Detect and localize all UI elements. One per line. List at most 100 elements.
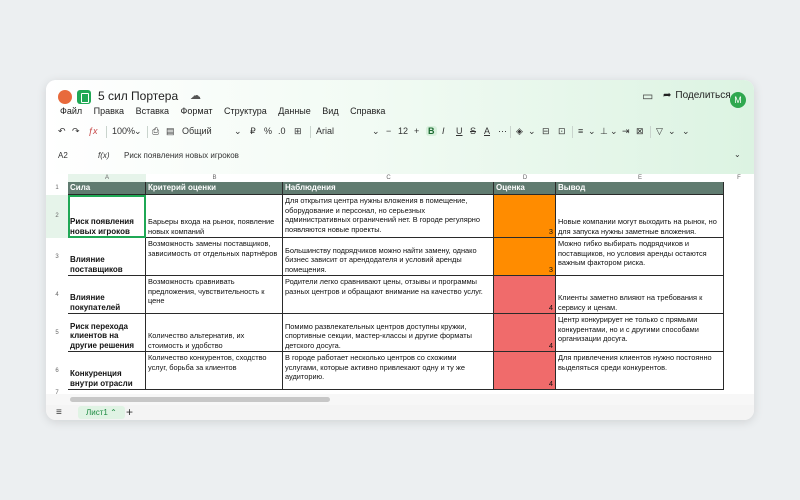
chevron-down-icon[interactable]: ⌄ bbox=[682, 126, 690, 137]
currency-icon[interactable]: ₽ bbox=[250, 126, 256, 137]
cell-conclusion[interactable]: Центр конкурирует не только с прямыми ко… bbox=[556, 314, 724, 352]
cell-criterion[interactable]: Количество конкурентов, сходство услуг, … bbox=[146, 352, 283, 390]
undo-icon[interactable]: ↶ bbox=[58, 126, 66, 137]
cell-criterion[interactable]: Возможность сравнивать предложения, чувс… bbox=[146, 276, 283, 314]
row-header-4[interactable]: 4 bbox=[46, 276, 68, 314]
paint-format-icon[interactable]: ▤ bbox=[166, 126, 175, 137]
menu-file[interactable]: Файл bbox=[60, 106, 82, 116]
cell-score[interactable]: 3 bbox=[494, 238, 556, 276]
function-icon[interactable]: f(x) bbox=[98, 151, 110, 160]
cell-conclusion[interactable]: Новые компании могут выходить на рынок, … bbox=[556, 195, 724, 238]
cell-conclusion[interactable]: Клиенты заметно влияют на требования к с… bbox=[556, 276, 724, 314]
print-icon[interactable]: ⎙ bbox=[152, 126, 159, 137]
percent-icon[interactable]: % bbox=[264, 126, 272, 136]
cell-score[interactable]: 3 bbox=[494, 195, 556, 238]
italic-button[interactable]: I bbox=[442, 126, 445, 136]
row-header-3[interactable]: 3 bbox=[46, 238, 68, 276]
menu-help[interactable]: Справка bbox=[350, 106, 385, 116]
chevron-down-icon[interactable]: ⌄ bbox=[610, 126, 618, 137]
cell-force[interactable]: Влияние покупателей bbox=[68, 276, 146, 314]
align-icon[interactable]: ≡ bbox=[578, 126, 583, 136]
share-button[interactable]: ➦ Поделиться bbox=[663, 90, 731, 101]
font-size-decrease[interactable]: − bbox=[386, 126, 391, 136]
row-header-6[interactable]: 6 bbox=[46, 352, 68, 390]
sheets-menu-icon[interactable]: ≡ bbox=[56, 407, 62, 418]
valign-icon[interactable]: ⊥ bbox=[600, 126, 608, 137]
borders-icon[interactable]: ⊞ bbox=[294, 126, 302, 137]
bold-button[interactable]: B bbox=[426, 126, 437, 136]
fill-color-icon[interactable]: ◈ bbox=[516, 126, 523, 137]
row-header-5[interactable]: 5 bbox=[46, 314, 68, 352]
cell-observation[interactable]: Для открытия центра нужны вложения в пом… bbox=[283, 195, 494, 238]
clear-format-icon[interactable]: ƒx bbox=[88, 126, 98, 136]
chevron-down-icon[interactable]: ⌄ bbox=[234, 126, 242, 137]
table-header-score[interactable]: Оценка bbox=[494, 182, 556, 195]
table-header-criterion[interactable]: Критерий оценки bbox=[146, 182, 283, 195]
chevron-down-icon[interactable]: ⌄ bbox=[372, 126, 380, 137]
row-header-1[interactable]: 1 bbox=[46, 182, 68, 195]
more-icon[interactable]: ⋯ bbox=[498, 126, 507, 137]
table-header-conclusion[interactable]: Вывод bbox=[556, 182, 724, 195]
cell-force[interactable]: Влияние поставщиков bbox=[68, 238, 146, 276]
cell-force[interactable]: Риск перехода клиентов на другие решения bbox=[68, 314, 146, 352]
zoom-select[interactable]: 100% bbox=[112, 126, 135, 136]
scrollbar-thumb[interactable] bbox=[70, 397, 330, 402]
document-title[interactable]: 5 сил Портера bbox=[98, 89, 178, 103]
font-size-value[interactable]: 12 bbox=[398, 126, 408, 136]
cell-force[interactable]: Конкуренция внутри отрасли bbox=[68, 352, 146, 390]
cell-observation[interactable]: Родители легко сравнивают цены, отзывы и… bbox=[283, 276, 494, 314]
text-color-button[interactable]: A bbox=[484, 126, 490, 136]
chevron-down-icon[interactable]: ⌄ bbox=[134, 126, 142, 137]
row-header-2[interactable]: 2 bbox=[46, 195, 68, 238]
chevron-down-icon[interactable]: ⌄ bbox=[734, 150, 741, 159]
column-header-f[interactable]: F bbox=[724, 174, 754, 182]
column-header-c[interactable]: C bbox=[283, 174, 494, 182]
cell-conclusion[interactable]: Для привлечения клиентов нужно постоянно… bbox=[556, 352, 724, 390]
chevron-down-icon[interactable]: ⌄ bbox=[668, 126, 676, 137]
decimal-icon[interactable]: .0 bbox=[278, 126, 286, 136]
strikethrough-button[interactable]: S bbox=[470, 126, 476, 136]
number-format-select[interactable]: Общий bbox=[182, 126, 212, 136]
cell-observation[interactable]: Большинству подрядчиков можно найти заме… bbox=[283, 238, 494, 276]
app-logo-icon[interactable] bbox=[58, 90, 72, 104]
formula-input[interactable]: Риск появления новых игроков bbox=[124, 151, 239, 160]
add-sheet-button[interactable]: + bbox=[126, 405, 133, 419]
wrap-icon[interactable]: ⇥ bbox=[622, 126, 630, 137]
column-header-a[interactable]: A bbox=[68, 174, 146, 182]
borders-style-icon[interactable]: ⊡ bbox=[558, 126, 566, 137]
font-select[interactable]: Arial bbox=[316, 126, 334, 136]
font-size-increase[interactable]: + bbox=[414, 126, 419, 136]
rotate-icon[interactable]: ⊠ bbox=[636, 126, 644, 137]
comment-icon[interactable]: ▭ bbox=[642, 89, 653, 103]
column-header-d[interactable]: D bbox=[494, 174, 556, 182]
cell-criterion[interactable]: Возможность замены поставщиков, зависимо… bbox=[146, 238, 283, 276]
sheets-logo-icon[interactable] bbox=[77, 90, 91, 104]
cell-score[interactable]: 4 bbox=[494, 314, 556, 352]
menu-insert[interactable]: Вставка bbox=[136, 106, 169, 116]
cell-conclusion[interactable]: Можно гибко выбирать подрядчиков и поста… bbox=[556, 238, 724, 276]
column-header-e[interactable]: E bbox=[556, 174, 724, 182]
cell-force[interactable]: Риск появления новых игроков bbox=[68, 195, 146, 238]
redo-icon[interactable]: ↷ bbox=[72, 126, 80, 137]
menu-format[interactable]: Формат bbox=[181, 106, 213, 116]
table-header-observation[interactable]: Наблюдения bbox=[283, 182, 494, 195]
cell-observation[interactable]: В городе работает несколько центров со с… bbox=[283, 352, 494, 390]
cell-criterion[interactable]: Барьеры входа на рынок, появление новых … bbox=[146, 195, 283, 238]
underline-button[interactable]: U bbox=[456, 126, 463, 136]
tab-sheet1[interactable]: Лист1 ⌃ bbox=[78, 406, 125, 419]
cell-observation[interactable]: Помимо развлекательных центров доступны … bbox=[283, 314, 494, 352]
menu-structure[interactable]: Структура bbox=[224, 106, 267, 116]
cell-score[interactable]: 4 bbox=[494, 276, 556, 314]
table-header-force[interactable]: Сила bbox=[68, 182, 146, 195]
cell-reference[interactable]: A2 bbox=[58, 151, 68, 160]
menu-data[interactable]: Данные bbox=[278, 106, 311, 116]
cell-score[interactable]: 4 bbox=[494, 352, 556, 390]
menu-edit[interactable]: Правка bbox=[94, 106, 124, 116]
chevron-down-icon[interactable]: ⌄ bbox=[528, 126, 536, 137]
column-header-b[interactable]: B bbox=[146, 174, 283, 182]
chevron-down-icon[interactable]: ⌄ bbox=[588, 126, 596, 137]
filter-icon[interactable]: ▽ bbox=[656, 126, 663, 137]
cell-criterion[interactable]: Количество альтернатив, их стоимость и у… bbox=[146, 314, 283, 352]
merge-icon[interactable]: ⊟ bbox=[542, 126, 550, 137]
menu-view[interactable]: Вид bbox=[322, 106, 338, 116]
